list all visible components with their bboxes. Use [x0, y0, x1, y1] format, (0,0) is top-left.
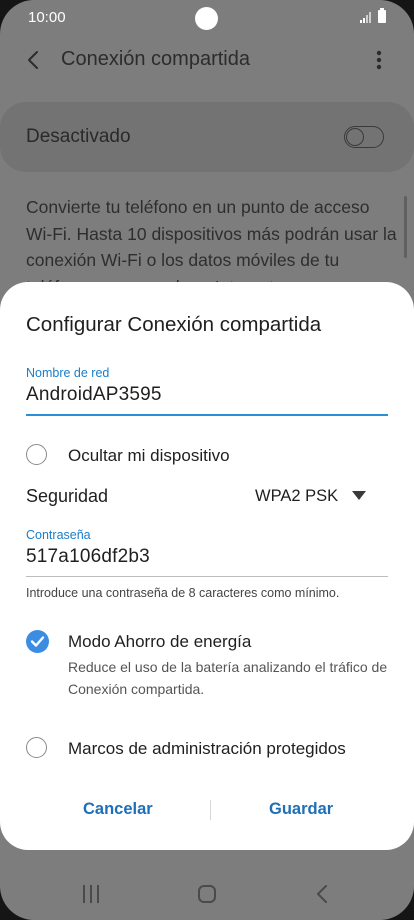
- toggle-label: Desactivado: [26, 126, 131, 147]
- chevron-left-icon[interactable]: [22, 48, 46, 72]
- cancel-button[interactable]: Cancelar: [83, 800, 153, 819]
- hotspot-toggle-card[interactable]: Desactivado: [0, 102, 414, 172]
- password-underline: [26, 576, 388, 577]
- hotspot-switch[interactable]: [344, 126, 384, 148]
- network-name-underline: [26, 414, 388, 416]
- password-hint: Introduce una contraseña de 8 caracteres…: [26, 586, 340, 600]
- more-vertical-icon[interactable]: [368, 48, 390, 72]
- check-icon: [30, 636, 45, 647]
- security-label: Seguridad: [26, 486, 109, 506]
- phone-screen: 10:00 Conexión compartida Desactivado Co…: [0, 0, 414, 920]
- caret-down-icon[interactable]: [352, 491, 366, 501]
- back-icon[interactable]: [314, 884, 330, 904]
- status-bar: 10:00: [0, 0, 414, 36]
- navigation-bar: [0, 866, 414, 920]
- hide-device-label[interactable]: Ocultar mi dispositivo: [68, 446, 230, 466]
- app-bar: Conexión compartida: [0, 38, 414, 82]
- page-title: Conexión compartida: [61, 48, 250, 70]
- network-name-label: Nombre de red: [26, 366, 110, 380]
- network-name-input[interactable]: AndroidAP3595: [26, 384, 162, 406]
- scrollbar[interactable]: [404, 196, 407, 258]
- pmf-label[interactable]: Marcos de administración protegidos: [68, 739, 346, 759]
- signal-icon: [360, 12, 371, 23]
- hotspot-config-dialog: Configurar Conexión compartida Nombre de…: [0, 282, 414, 850]
- hide-device-checkbox[interactable]: [26, 444, 47, 465]
- camera-cutout: [195, 7, 218, 30]
- power-saving-checkbox[interactable]: [26, 630, 49, 653]
- battery-icon: [378, 8, 386, 23]
- security-select[interactable]: WPA2 PSK: [255, 487, 338, 506]
- button-divider: [210, 800, 211, 820]
- password-label: Contraseña: [26, 528, 91, 542]
- status-time: 10:00: [28, 9, 66, 26]
- dialog-title: Configurar Conexión compartida: [26, 313, 322, 336]
- power-saving-description: Reduce el uso de la batería analizando e…: [68, 659, 388, 697]
- password-input[interactable]: 517a106df2b3: [26, 546, 150, 568]
- power-saving-label[interactable]: Modo Ahorro de energía: [68, 632, 251, 652]
- home-icon[interactable]: [198, 885, 216, 903]
- switch-knob: [346, 128, 364, 146]
- pmf-checkbox[interactable]: [26, 737, 47, 758]
- recent-apps-icon[interactable]: [82, 884, 100, 904]
- save-button[interactable]: Guardar: [269, 800, 333, 819]
